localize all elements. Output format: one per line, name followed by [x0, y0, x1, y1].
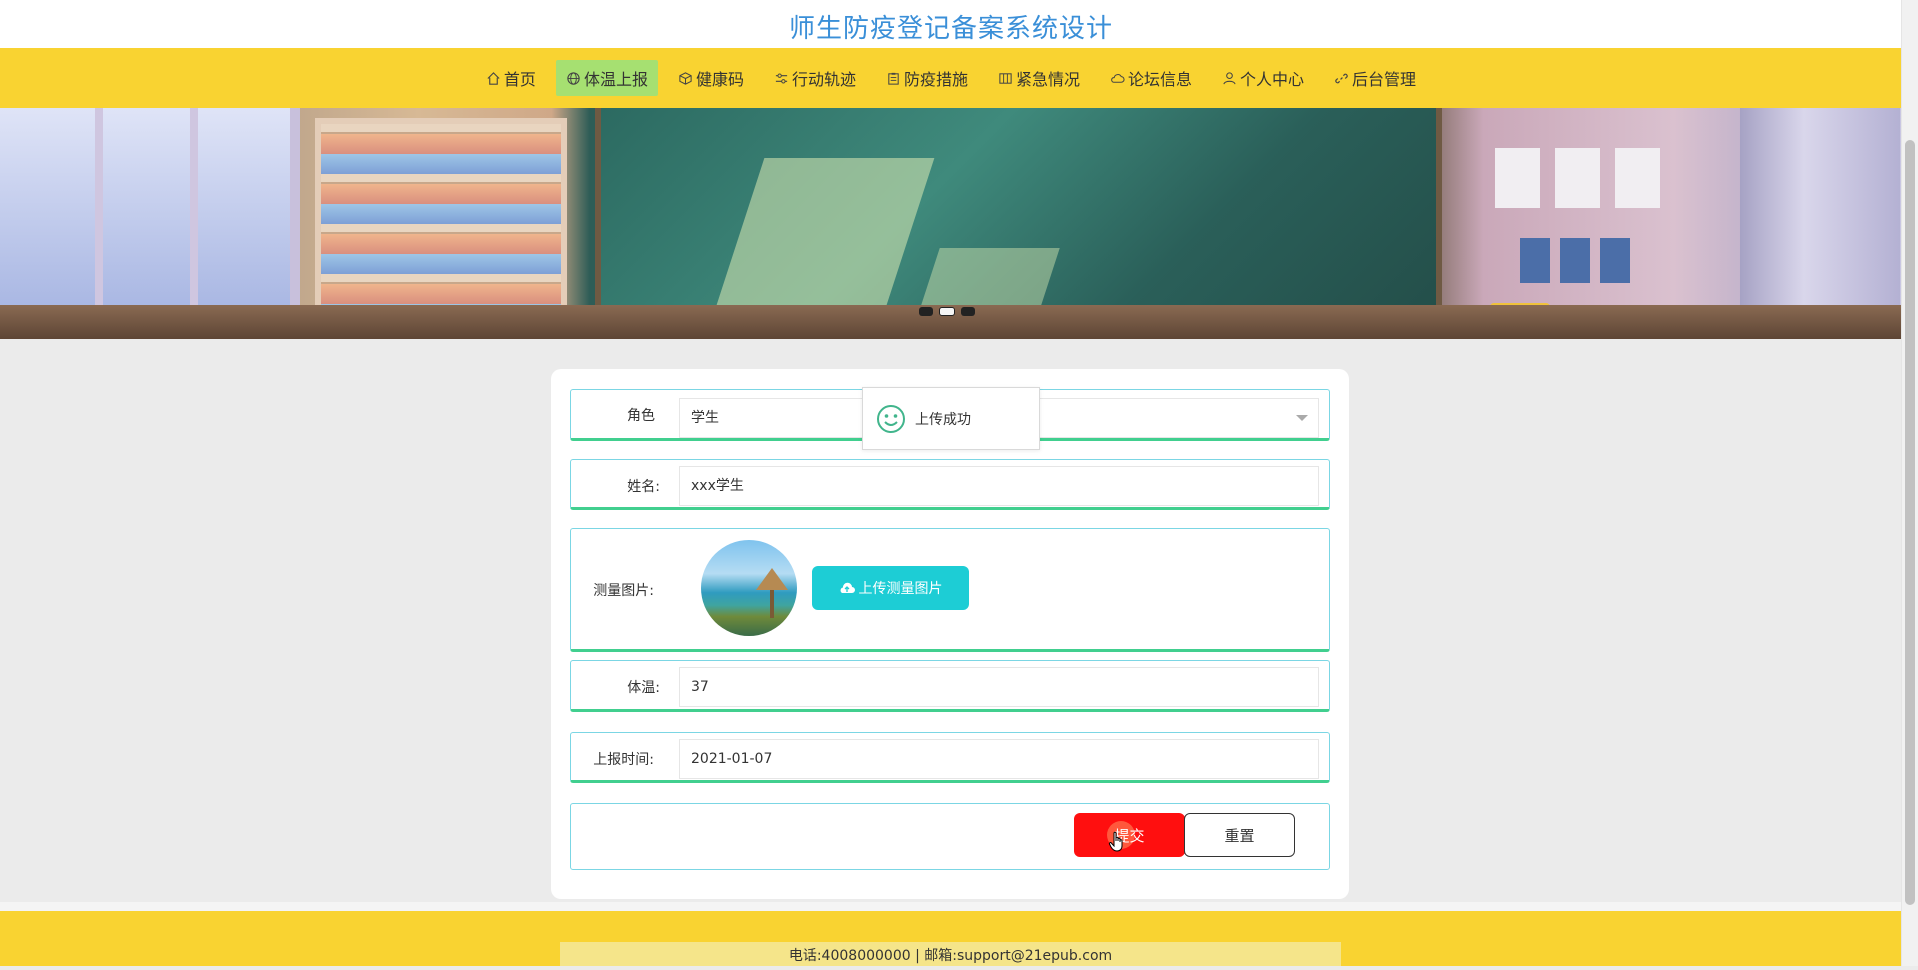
cloud-icon	[1111, 73, 1125, 83]
role-value: 学生	[691, 410, 719, 426]
nav-item-forum[interactable]: 论坛信息	[1100, 60, 1202, 96]
reset-button[interactable]: 重置	[1184, 813, 1295, 857]
smile-icon	[877, 404, 905, 433]
banner-carousel	[0, 108, 1902, 339]
banner-window	[0, 108, 300, 308]
submit-button[interactable]: 提交	[1074, 813, 1185, 857]
name-input[interactable]: xxx学生	[679, 466, 1319, 506]
form-row-temperature: 体温: 37	[570, 660, 1330, 712]
temperature-value: 37	[691, 679, 709, 695]
image-pole	[770, 590, 774, 618]
nav-item-label: 首页	[503, 70, 536, 89]
nav-item-trajectory[interactable]: 行动轨迹	[764, 60, 866, 96]
upload-success-toast: 上传成功	[862, 387, 1040, 450]
temperature-label: 体温:	[627, 680, 660, 696]
nav-item-home[interactable]: 首页	[476, 60, 546, 96]
report-time-label: 上报时间:	[593, 752, 654, 768]
site-title: 师生防疫登记备案系统设计	[788, 14, 1113, 44]
nav-item-label: 行动轨迹	[791, 70, 856, 89]
nav-item-label: 论坛信息	[1128, 70, 1193, 89]
site-header: 师生防疫登记备案系统设计	[0, 0, 1902, 48]
cube-icon	[679, 71, 692, 85]
nav-item-emergency[interactable]: 紧急情况	[988, 60, 1090, 96]
nav-item-label: 健康码	[695, 70, 744, 89]
scrollbar-thumb[interactable]	[1905, 140, 1915, 905]
banner-posters	[1520, 238, 1630, 283]
name-value: xxx学生	[691, 478, 744, 494]
image-label: 测量图片:	[593, 583, 654, 599]
role-label: 角色	[627, 408, 655, 424]
reset-button-label: 重置	[1224, 826, 1255, 845]
upload-button-label: 上传测量图片	[858, 581, 943, 597]
grid-icon	[999, 72, 1012, 84]
report-time-input[interactable]: 2021-01-07	[679, 739, 1319, 779]
carousel-dot[interactable]	[919, 307, 933, 316]
hand-cursor-icon	[1108, 831, 1123, 852]
nav-item-label: 紧急情况	[1016, 70, 1081, 89]
form-row-name: 姓名: xxx学生	[570, 459, 1330, 510]
nav-item-temperature-report[interactable]: 体温上报	[555, 60, 658, 96]
form-row-report-time: 上报时间: 2021-01-07	[570, 732, 1330, 783]
name-label: 姓名:	[627, 479, 660, 495]
carousel-indicators	[919, 307, 975, 316]
chevron-down-icon	[1296, 415, 1308, 421]
footer-contact: 电话:4008000000 | 邮箱:support@21epub.com	[560, 942, 1341, 966]
banner-notices	[1495, 148, 1665, 208]
carousel-dot[interactable]	[961, 307, 975, 316]
nav-item-admin[interactable]: 后台管理	[1324, 60, 1426, 96]
nav-item-measures[interactable]: 防疫措施	[876, 60, 978, 96]
link-icon	[1335, 73, 1348, 83]
measurement-image	[701, 540, 797, 636]
image-hut	[756, 568, 788, 590]
nav-item-personal-center[interactable]: 个人中心	[1212, 60, 1314, 96]
cloud-upload-icon	[840, 582, 855, 593]
clipboard-icon	[888, 72, 899, 85]
nav-item-label: 防疫措施	[903, 70, 968, 89]
form-row-actions: 提交 重置	[570, 803, 1330, 870]
main-nav: 首页 体温上报 健康码 行动轨迹 防疫措施 紧急情况 论坛信息 个人中心 后台管…	[0, 48, 1902, 108]
user-icon	[1223, 71, 1236, 84]
scrollbar[interactable]	[1901, 0, 1918, 966]
toast-message: 上传成功	[915, 411, 971, 428]
nav-item-label: 体温上报	[583, 70, 648, 89]
banner-light	[920, 248, 1060, 308]
carousel-dot-active[interactable]	[939, 307, 955, 316]
globe-icon	[567, 71, 580, 85]
temperature-input[interactable]: 37	[679, 667, 1319, 707]
home-icon	[487, 71, 500, 85]
nav-item-health-code[interactable]: 健康码	[668, 60, 754, 96]
report-time-value: 2021-01-07	[691, 751, 773, 767]
form-row-image: 测量图片: 上传测量图片	[570, 528, 1330, 652]
nav-item-label: 后台管理	[1352, 70, 1417, 89]
site-footer: 电话:4008000000 | 邮箱:support@21epub.com	[0, 911, 1902, 966]
sliders-icon	[775, 73, 788, 83]
upload-image-button[interactable]: 上传测量图片	[812, 566, 969, 610]
footer-divider	[0, 902, 1902, 911]
nav-item-label: 个人中心	[1240, 70, 1305, 89]
